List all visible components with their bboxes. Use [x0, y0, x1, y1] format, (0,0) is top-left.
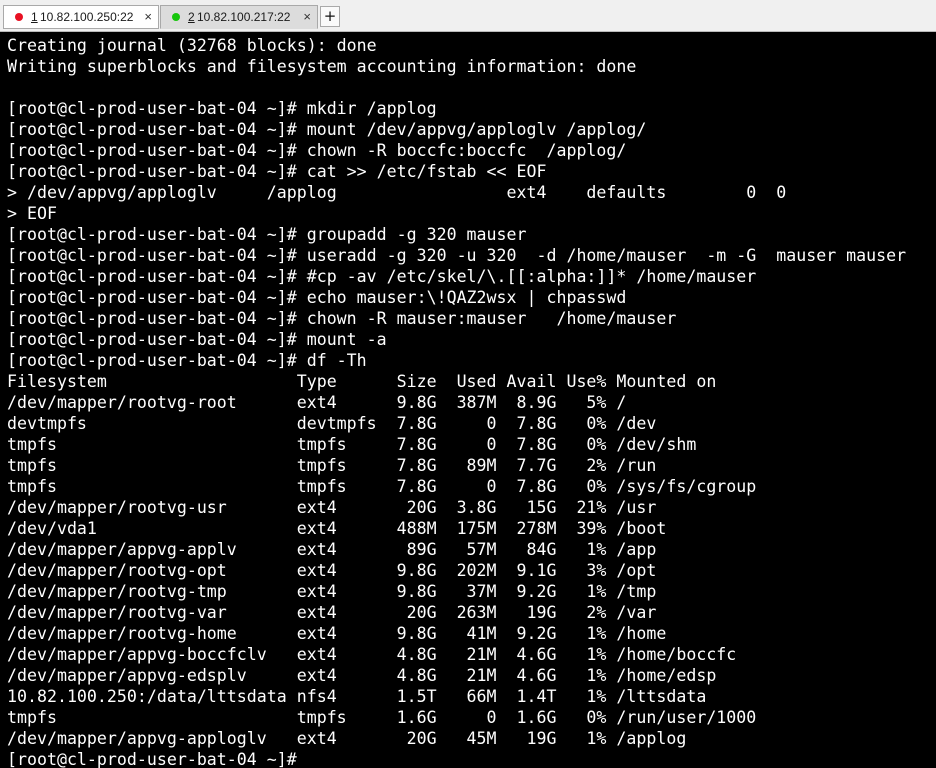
terminal-line: [root@cl-prod-user-bat-04 ~]# groupadd -…: [7, 225, 527, 244]
tab-number: 1: [31, 10, 38, 24]
terminal-line: [root@cl-prod-user-bat-04 ~]# mount /dev…: [7, 120, 647, 139]
terminal-line: /dev/mapper/appvg-apploglv ext4 20G 45M …: [7, 729, 687, 748]
terminal-line: [root@cl-prod-user-bat-04 ~]# useradd -g…: [7, 246, 907, 265]
terminal-line: [root@cl-prod-user-bat-04 ~]# mkdir /app…: [7, 99, 437, 118]
terminal-output[interactable]: Creating journal (32768 blocks): done Wri…: [0, 32, 936, 768]
new-tab-button[interactable]: +: [320, 6, 340, 27]
terminal-line: Filesystem Type Size Used Avail Use% Mou…: [7, 372, 717, 391]
terminal-line: Writing superblocks and filesystem accou…: [7, 57, 637, 76]
tab-number: 2: [188, 10, 195, 24]
terminal-line: /dev/mapper/appvg-boccfclv ext4 4.8G 21M…: [7, 645, 737, 664]
terminal-line: [root@cl-prod-user-bat-04 ~]#: [7, 749, 906, 768]
text-cursor: [307, 750, 317, 768]
terminal-line: [root@cl-prod-user-bat-04 ~]# df -Th: [7, 351, 367, 370]
terminal-line: [root@cl-prod-user-bat-04 ~]# cat >> /et…: [7, 162, 547, 181]
close-tab-icon[interactable]: ×: [303, 6, 311, 28]
terminal-line: Creating journal (32768 blocks): done: [7, 36, 377, 55]
terminal-line: /dev/mapper/rootvg-tmp ext4 9.8G 37M 9.2…: [7, 582, 657, 601]
terminal-line: [root@cl-prod-user-bat-04 ~]# chown -R m…: [7, 309, 677, 328]
terminal-line: /dev/mapper/rootvg-home ext4 9.8G 41M 9.…: [7, 624, 667, 643]
terminal-line: /dev/mapper/appvg-edsplv ext4 4.8G 21M 4…: [7, 666, 717, 685]
terminal-line: /dev/mapper/appvg-applv ext4 89G 57M 84G…: [7, 540, 657, 559]
terminal-line: /dev/mapper/rootvg-var ext4 20G 263M 19G…: [7, 603, 657, 622]
tab-label: 10.82.100.217:22: [197, 10, 291, 24]
terminal-line: tmpfs tmpfs 7.8G 0 7.8G 0% /dev/shm: [7, 435, 697, 454]
terminal-line: tmpfs tmpfs 7.8G 89M 7.7G 2% /run: [7, 456, 657, 475]
terminal-line: /dev/mapper/rootvg-root ext4 9.8G 387M 8…: [7, 393, 627, 412]
disconnected-status-icon: [15, 13, 23, 21]
terminal-line: > /dev/appvg/apploglv /applog ext4 defau…: [7, 183, 787, 202]
terminal-line: devtmpfs devtmpfs 7.8G 0 7.8G 0% /dev: [7, 414, 657, 433]
terminal-line: tmpfs tmpfs 1.6G 0 1.6G 0% /run/user/100…: [7, 708, 757, 727]
tab-session-1[interactable]: 1 10.82.100.250:22 ×: [3, 5, 159, 29]
session-tab-bar: 1 10.82.100.250:22 × 2 10.82.100.217:22 …: [0, 0, 936, 32]
tab-session-2[interactable]: 2 10.82.100.217:22 ×: [160, 5, 318, 29]
terminal-line: > EOF: [7, 204, 57, 223]
terminal-line: tmpfs tmpfs 7.8G 0 7.8G 0% /sys/fs/cgrou…: [7, 477, 757, 496]
connected-status-icon: [172, 13, 180, 21]
terminal-line: /dev/mapper/rootvg-opt ext4 9.8G 202M 9.…: [7, 561, 657, 580]
terminal-line: [root@cl-prod-user-bat-04 ~]# echo mause…: [7, 288, 627, 307]
terminal-line: 10.82.100.250:/data/lttsdata nfs4 1.5T 6…: [7, 687, 707, 706]
terminal-lines: Creating journal (32768 blocks): done Wri…: [7, 35, 906, 768]
terminal-line: [root@cl-prod-user-bat-04 ~]# mount -a: [7, 330, 387, 349]
tab-label: 10.82.100.250:22: [40, 10, 134, 24]
terminal-line: /dev/vda1 ext4 488M 175M 278M 39% /boot: [7, 519, 667, 538]
terminal-line: [root@cl-prod-user-bat-04 ~]# #cp -av /e…: [7, 267, 757, 286]
terminal-line: [root@cl-prod-user-bat-04 ~]# chown -R b…: [7, 141, 627, 160]
close-tab-icon[interactable]: ×: [144, 6, 152, 28]
terminal-line: /dev/mapper/rootvg-usr ext4 20G 3.8G 15G…: [7, 498, 657, 517]
